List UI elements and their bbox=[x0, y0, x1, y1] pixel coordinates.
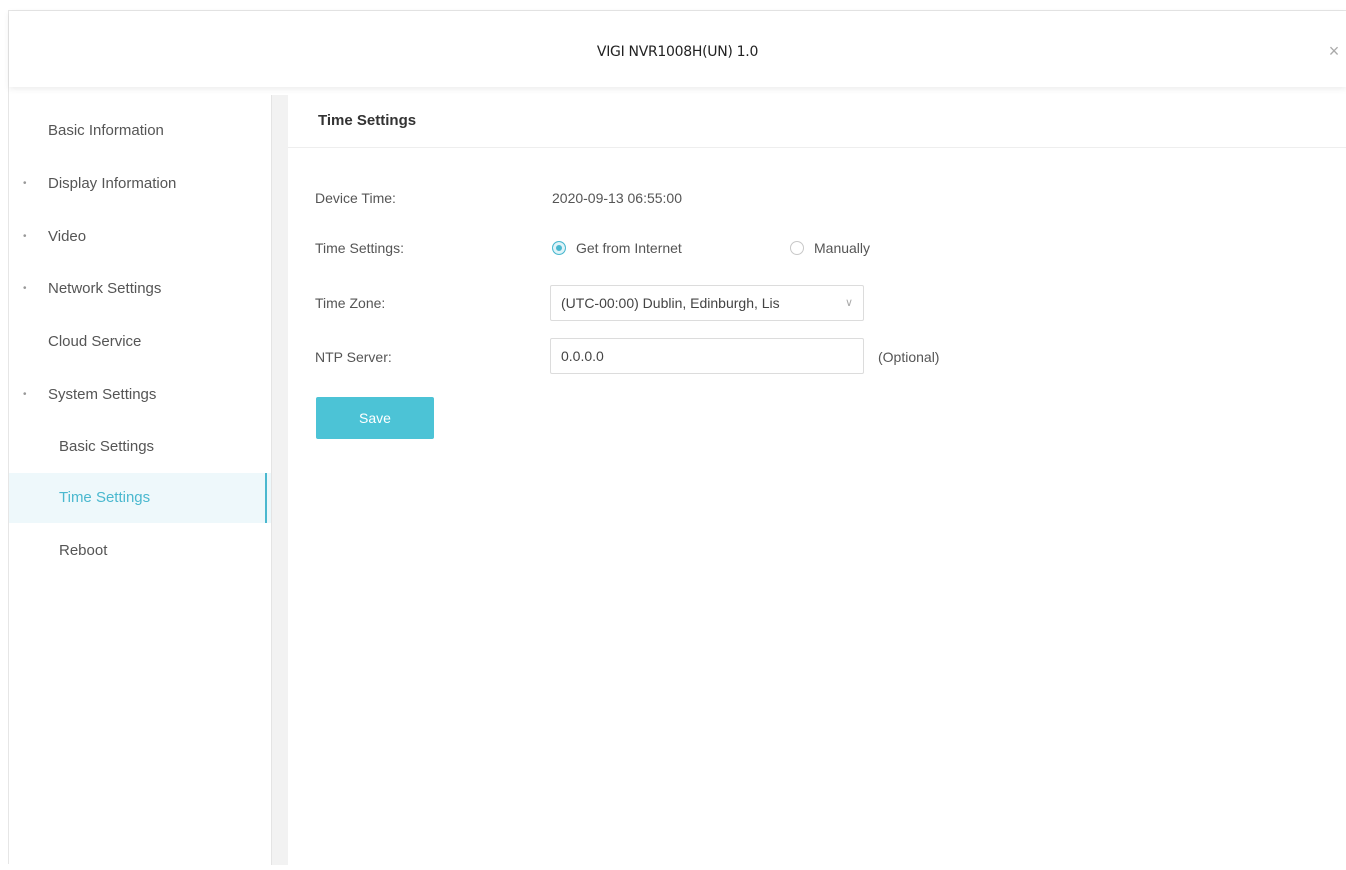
sidebar-item-time-settings[interactable]: Time Settings bbox=[9, 473, 271, 523]
sidebar: Basic Information • Display Information … bbox=[9, 95, 272, 865]
bullet-icon: • bbox=[23, 178, 27, 189]
radio-unchecked-icon bbox=[790, 241, 804, 255]
panel-divider bbox=[272, 95, 288, 865]
bullet-icon: • bbox=[23, 389, 27, 400]
device-time-value: 2020-09-13 06:55:00 bbox=[552, 190, 682, 206]
radio-get-from-internet[interactable]: Get from Internet bbox=[552, 240, 682, 256]
radio-label: Manually bbox=[814, 240, 871, 256]
time-zone-value: (UTC-00:00) Dublin, Edinburgh, Lis bbox=[561, 295, 780, 311]
sidebar-item-label: Cloud Service bbox=[48, 333, 142, 350]
sidebar-item-label: Display Information bbox=[48, 175, 177, 192]
sidebar-item-label: Video bbox=[48, 228, 87, 245]
radio-checked-icon bbox=[552, 241, 566, 255]
window-title: VIGI NVR1008H(UN) 1.0 bbox=[596, 44, 759, 60]
sidebar-item-label: Basic Settings bbox=[59, 438, 155, 455]
sidebar-item-basic-settings[interactable]: Basic Settings bbox=[9, 422, 271, 472]
title-bar: VIGI NVR1008H(UN) 1.0 × bbox=[9, 11, 1346, 87]
ntp-server-label: NTP Server: bbox=[315, 349, 392, 365]
page-title: Time Settings bbox=[318, 112, 417, 129]
radio-manually[interactable]: Manually bbox=[790, 240, 870, 256]
sidebar-item-label: Reboot bbox=[59, 542, 108, 559]
sidebar-item-basic-information[interactable]: Basic Information bbox=[9, 106, 271, 156]
ntp-server-input[interactable] bbox=[550, 338, 864, 374]
radio-label: Get from Internet bbox=[576, 240, 682, 256]
sidebar-item-reboot[interactable]: Reboot bbox=[9, 526, 271, 576]
sidebar-item-label: Basic Information bbox=[48, 122, 164, 139]
sidebar-item-label: System Settings bbox=[48, 386, 157, 403]
time-settings-label: Time Settings: bbox=[315, 240, 404, 256]
sidebar-item-cloud-service[interactable]: Cloud Service bbox=[9, 317, 271, 367]
ntp-server-hint: (Optional) bbox=[878, 349, 940, 365]
time-zone-label: Time Zone: bbox=[315, 295, 386, 311]
bullet-icon: • bbox=[23, 231, 27, 242]
sidebar-item-system-settings[interactable]: • System Settings bbox=[9, 370, 271, 420]
chevron-down-icon: ∨ bbox=[844, 297, 853, 309]
save-button[interactable]: Save bbox=[316, 397, 434, 439]
content-header: Time Settings bbox=[288, 95, 1346, 148]
sidebar-item-video[interactable]: • Video bbox=[9, 212, 271, 262]
time-zone-select[interactable]: (UTC-00:00) Dublin, Edinburgh, Lis ∨ bbox=[550, 285, 864, 321]
sidebar-item-display-information[interactable]: • Display Information bbox=[9, 159, 271, 209]
sidebar-item-label: Network Settings bbox=[48, 280, 162, 297]
device-window: VIGI NVR1008H(UN) 1.0 × Basic Informatio… bbox=[8, 10, 1346, 865]
device-time-label: Device Time: bbox=[315, 190, 396, 206]
main-content: Time Settings Device Time: 2020-09-13 06… bbox=[288, 95, 1346, 865]
bullet-icon: • bbox=[23, 283, 27, 294]
sidebar-item-network-settings[interactable]: • Network Settings bbox=[9, 264, 271, 314]
sidebar-item-label: Time Settings bbox=[59, 489, 151, 506]
close-icon[interactable]: × bbox=[1324, 41, 1344, 61]
